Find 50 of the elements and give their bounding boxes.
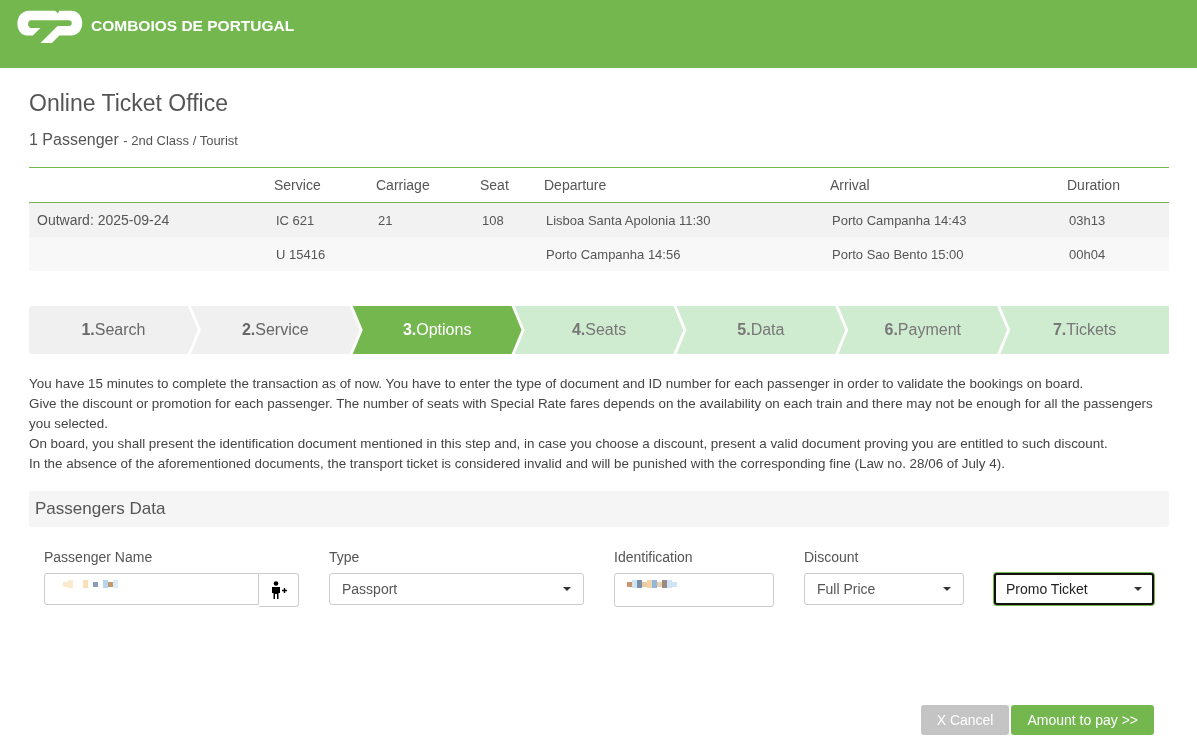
person-add-icon [270,581,287,599]
field-label: Type [329,549,360,565]
brand-name: COMBOIOS DE PORTUGAL [91,17,295,35]
table-cell: Porto Campanha 14:56 [546,246,681,262]
column-header: Departure [544,177,607,193]
caret-icon [943,587,951,591]
table-cell: Porto Campanha 14:43 [832,212,967,228]
step-tab[interactable]: 1.Search [29,306,198,354]
input-field[interactable] [44,573,259,605]
table-cell: U 15416 [276,246,326,262]
passenger-count: 1 Passenger [29,131,119,148]
step-tab[interactable]: 4.Seats [514,306,684,354]
notice-paragraph: In the absence of the aforementioned documents, the transport ticket is considered invalid and will be punished with the corresponding fine (Law no. 28/06 of July 4). [29,455,1006,473]
dropdown[interactable]: Full Price [804,573,964,605]
notice-paragraph: You have 15 minutes to complete the transaction as of now. You have to enter the type of document and ID number for each passenger in order to validate the bookings on board. [29,375,1085,393]
table-cell: 108 [482,212,504,228]
notice-paragraph: On board, you shall present the identification document mentioned in this step and, in case you choose a discount, present a valid document proving you are entitled to such discount. [29,435,1109,453]
caret-icon [563,587,571,591]
add-person-button[interactable] [259,573,299,607]
table-cell: Outward: 2025-09-24 [37,212,170,228]
field-label: Passenger Name [44,549,153,565]
step-tab[interactable]: 7.Tickets [1000,306,1169,354]
step-tab[interactable]: 6.Payment [838,306,1008,354]
redacted-mosaic [63,580,118,588]
table-cell: 03h13 [1069,212,1106,228]
column-header: Carriage [376,177,430,193]
table-cell: IC 621 [276,212,315,228]
dropdown[interactable]: Passport [329,573,584,605]
page-title: Online Ticket Office [29,90,229,117]
field-label: Identification [614,549,693,565]
table-cell: Lisboa Santa Apolonia 11:30 [546,212,711,228]
column-header: Arrival [830,177,870,193]
column-header: Seat [480,177,509,193]
section-title: Passengers Data [35,499,166,519]
column-header: Duration [1067,177,1120,193]
table-cell: 00h04 [1069,246,1106,262]
notice-paragraph: Give the discount or promotion for each passenger. The number of seats with Special Rate fares depends on the availability on each train and there may not be enough for all the passengers you selected. [29,395,1154,433]
step-tab[interactable]: 2.Service [190,306,360,354]
step-tab[interactable]: 3.Options [352,306,522,354]
field-label: Discount [804,549,859,565]
class-info: - 2nd Class / Tourist [123,133,238,148]
column-header: Service [274,177,321,193]
table-cell: 21 [378,212,393,228]
pay-button[interactable]: Amount to pay >> [1011,705,1154,735]
input-field[interactable] [614,573,774,607]
step-tab[interactable]: 5.Data [676,306,846,354]
redacted-mosaic [627,580,677,588]
table-cell: Porto Sao Bento 15:00 [832,246,964,262]
caret-icon [1134,587,1142,591]
dropdown[interactable]: Promo Ticket [994,573,1154,605]
